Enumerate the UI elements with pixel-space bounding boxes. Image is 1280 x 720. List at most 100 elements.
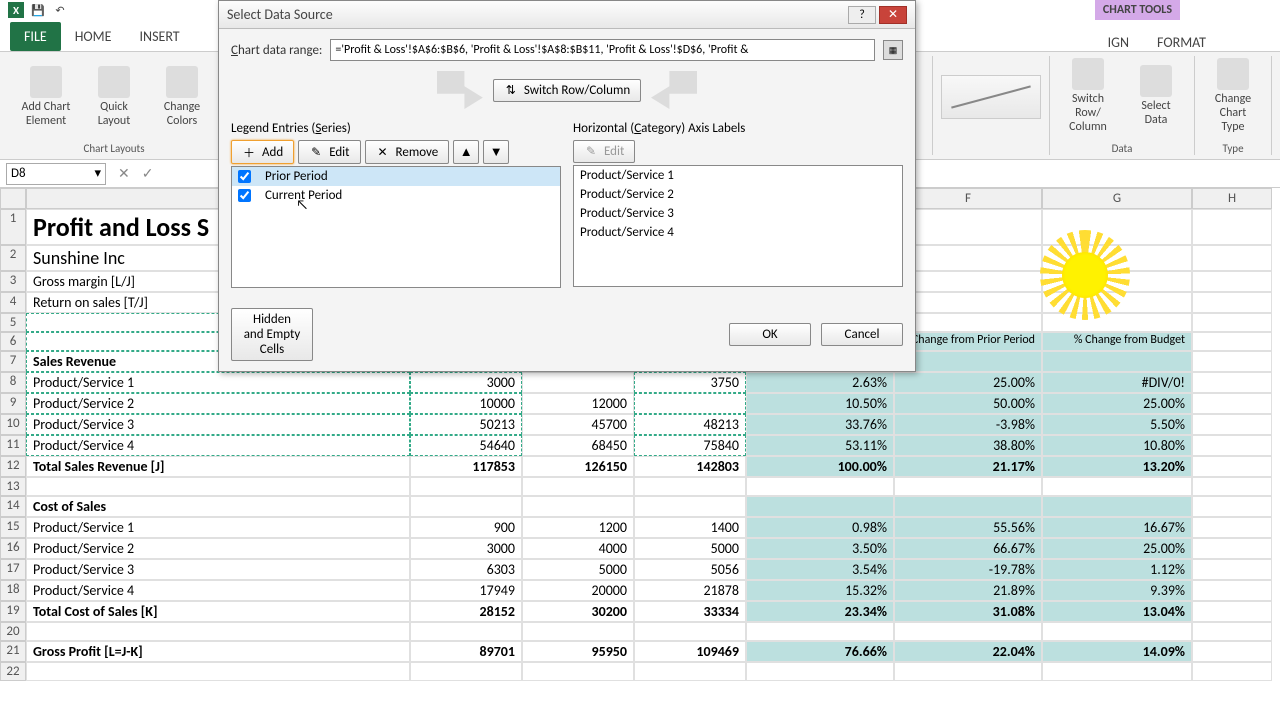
quick-layout-button[interactable]: Quick Layout — [84, 62, 144, 132]
ok-button[interactable]: OK — [729, 323, 811, 346]
cell[interactable] — [1192, 414, 1272, 435]
row-header[interactable]: 15 — [0, 517, 26, 538]
cell[interactable]: 5056 — [634, 559, 746, 580]
chart-data-range-input[interactable]: ='Profit & Loss'!$A$6:$B$6, 'Profit & Lo… — [330, 39, 875, 61]
cell[interactable]: 55.56% — [894, 517, 1042, 538]
cell[interactable]: 25.00% — [894, 372, 1042, 393]
category-item[interactable]: Product/Service 1 — [574, 166, 902, 185]
cell[interactable]: 89701 — [410, 641, 522, 662]
cell[interactable] — [894, 477, 1042, 496]
change-chart-type-button[interactable]: Change Chart Type — [1203, 54, 1263, 138]
edit-series-button[interactable]: ✎Edit — [298, 140, 360, 164]
cell[interactable]: 50.00% — [894, 393, 1042, 414]
row-header[interactable]: 17 — [0, 559, 26, 580]
cell[interactable] — [410, 662, 522, 681]
select-data-button[interactable]: Select Data — [1126, 61, 1186, 131]
cell[interactable]: 95950 — [522, 641, 634, 662]
tab-file[interactable]: FILE — [10, 22, 61, 51]
row-header[interactable]: 10 — [0, 414, 26, 435]
cell[interactable]: 3000 — [410, 538, 522, 559]
cell[interactable]: 75840 — [634, 435, 746, 456]
row-header[interactable]: 18 — [0, 580, 26, 601]
col-h[interactable]: H — [1192, 188, 1272, 209]
category-item[interactable]: Product/Service 4 — [574, 223, 902, 242]
cell[interactable]: 9.39% — [1042, 580, 1192, 601]
cell[interactable]: 100.00% — [746, 456, 894, 477]
cell[interactable]: 109469 — [634, 641, 746, 662]
add-series-button[interactable]: ＋Add — [231, 140, 294, 164]
cell[interactable]: 20000 — [522, 580, 634, 601]
cell[interactable]: 21878 — [634, 580, 746, 601]
name-box[interactable]: D8▾ — [6, 163, 106, 185]
cell[interactable]: 23.34% — [746, 601, 894, 622]
cell[interactable]: 3.50% — [746, 538, 894, 559]
cell[interactable]: 4000 — [522, 538, 634, 559]
cell[interactable]: Product/Service 4 — [26, 435, 410, 456]
cell[interactable]: 1400 — [634, 517, 746, 538]
cell[interactable]: 142803 — [634, 456, 746, 477]
cell[interactable]: 0.98% — [746, 517, 894, 538]
cell[interactable]: Product/Service 1 — [26, 517, 410, 538]
row-header[interactable]: 7 — [0, 351, 26, 372]
switch-row-column-button[interactable]: Switch Row/ Column — [1058, 54, 1118, 138]
row-header[interactable]: 6 — [0, 332, 26, 351]
cell[interactable]: 28152 — [410, 601, 522, 622]
cell[interactable] — [1192, 477, 1272, 496]
row-header[interactable]: 9 — [0, 393, 26, 414]
close-icon[interactable]: ✕ — [879, 6, 907, 24]
tab-format[interactable]: FORMAT — [1143, 28, 1220, 57]
cell[interactable] — [1192, 393, 1272, 414]
cell[interactable] — [1192, 313, 1272, 332]
cell[interactable]: Product/Service 2 — [26, 538, 410, 559]
cell[interactable] — [894, 496, 1042, 517]
cell[interactable] — [746, 622, 894, 641]
cell[interactable]: 68450 — [522, 435, 634, 456]
cell[interactable] — [1192, 351, 1272, 372]
cell[interactable]: 900 — [410, 517, 522, 538]
category-listbox[interactable]: Product/Service 1 Product/Service 2 Prod… — [573, 165, 903, 287]
cell[interactable] — [1042, 477, 1192, 496]
cell[interactable]: 25.00% — [1042, 393, 1192, 414]
cell[interactable] — [634, 477, 746, 496]
cell[interactable] — [1042, 622, 1192, 641]
category-item[interactable]: Product/Service 3 — [574, 204, 902, 223]
col-g[interactable]: G — [1042, 188, 1192, 209]
cell[interactable]: #DIV/0! — [1042, 372, 1192, 393]
cell[interactable]: 5.50% — [1042, 414, 1192, 435]
cell[interactable]: 16.67% — [1042, 517, 1192, 538]
cell[interactable]: 30200 — [522, 601, 634, 622]
cell[interactable] — [1042, 351, 1192, 372]
add-chart-element-button[interactable]: Add Chart Element — [16, 62, 76, 132]
cell[interactable] — [410, 622, 522, 641]
cell[interactable] — [1192, 456, 1272, 477]
cell[interactable] — [1192, 435, 1272, 456]
cell[interactable] — [634, 622, 746, 641]
cell[interactable] — [1042, 496, 1192, 517]
cell[interactable] — [746, 662, 894, 681]
cancel-formula-icon[interactable]: ✕ — [112, 165, 136, 182]
chevron-down-icon[interactable]: ▾ — [94, 166, 101, 181]
cell[interactable]: Product/Service 3 — [26, 414, 410, 435]
cell[interactable] — [746, 477, 894, 496]
range-picker-icon[interactable]: ▦ — [883, 40, 903, 60]
cell[interactable]: 10.50% — [746, 393, 894, 414]
cell[interactable]: 66.67% — [894, 538, 1042, 559]
row-header[interactable]: 19 — [0, 601, 26, 622]
cell[interactable]: -3.98% — [894, 414, 1042, 435]
change-colors-button[interactable]: Change Colors — [152, 62, 212, 132]
hidden-empty-cells-button[interactable]: Hidden and Empty Cells — [231, 308, 313, 361]
cell[interactable]: 48213 — [634, 414, 746, 435]
tab-insert[interactable]: INSERT — [126, 22, 194, 51]
cell[interactable]: % Change from Budget — [1042, 332, 1192, 351]
cell[interactable]: Product/Service 4 — [26, 580, 410, 601]
cell[interactable]: 21.89% — [894, 580, 1042, 601]
row-header[interactable]: 20 — [0, 622, 26, 641]
cell[interactable] — [1192, 559, 1272, 580]
cell[interactable]: Product/Service 1 — [26, 372, 410, 393]
cell[interactable] — [410, 496, 522, 517]
row-header[interactable]: 14 — [0, 496, 26, 517]
cell[interactable] — [522, 477, 634, 496]
cell[interactable]: 2.63% — [746, 372, 894, 393]
cell[interactable] — [1192, 372, 1272, 393]
cell[interactable] — [1192, 332, 1272, 351]
